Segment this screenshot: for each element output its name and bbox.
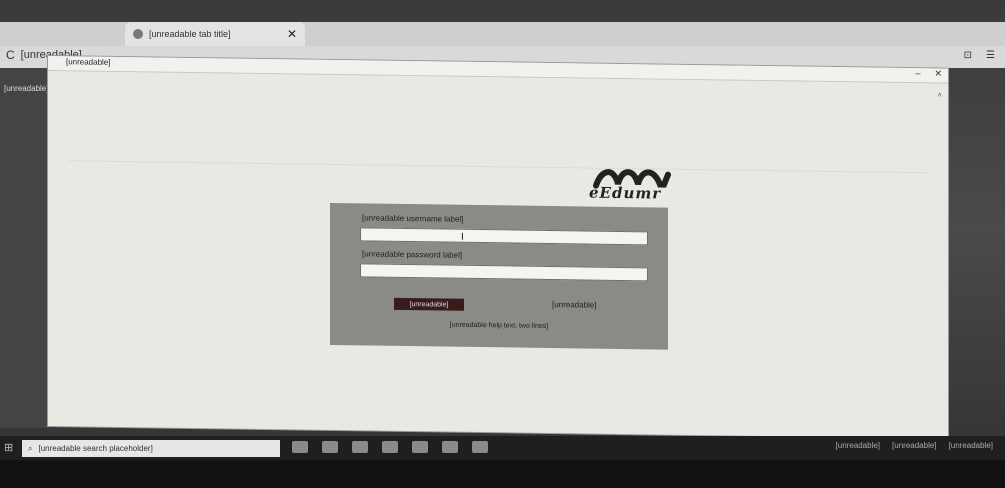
extension-icon[interactable]: ⊡ bbox=[964, 50, 972, 61]
browser-tab[interactable]: [unreadable tab title] ✕ bbox=[125, 22, 305, 46]
menu-icon[interactable]: ☰ bbox=[986, 50, 995, 61]
search-icon: ⌕ bbox=[28, 443, 33, 453]
browser-tab-title: [unreadable tab title] bbox=[149, 29, 231, 39]
text-cursor-icon: I bbox=[461, 231, 464, 243]
file-explorer-icon[interactable] bbox=[322, 441, 338, 453]
search-placeholder: [unreadable search placeholder] bbox=[38, 444, 153, 453]
password-field[interactable] bbox=[360, 263, 648, 282]
divider bbox=[68, 160, 928, 174]
start-icon[interactable]: ⊞ bbox=[4, 441, 18, 455]
login-button[interactable]: [unreadable] bbox=[394, 297, 464, 311]
taskbar-search-input[interactable]: ⌕ [unreadable search placeholder] bbox=[22, 440, 280, 457]
close-icon[interactable]: ✕ bbox=[934, 68, 942, 79]
username-field[interactable]: I bbox=[360, 227, 648, 246]
window-controls: – ✕ bbox=[915, 68, 942, 79]
monitor-bezel bbox=[0, 460, 1005, 488]
side-label: [unreadable] bbox=[4, 84, 49, 93]
app-icon[interactable] bbox=[472, 441, 488, 453]
username-label: [unreadable username label] bbox=[362, 213, 464, 224]
tray-clock[interactable]: [unreadable] bbox=[949, 441, 993, 450]
folder-app-icon[interactable] bbox=[412, 441, 428, 453]
app-icon[interactable] bbox=[442, 441, 458, 453]
reload-icon[interactable]: C bbox=[6, 48, 15, 62]
browser-app-icon[interactable] bbox=[352, 441, 368, 453]
scroll-up-icon[interactable]: ˄ bbox=[937, 90, 942, 99]
taskbar-pinned-apps bbox=[292, 441, 488, 453]
password-label: [unreadable password label] bbox=[362, 249, 463, 260]
login-panel: [unreadable username label] I [unreadabl… bbox=[330, 202, 668, 350]
photo-scene: [unreadable tab title] ✕ C [unreadable] … bbox=[0, 0, 1005, 488]
tray-item[interactable]: [unreadable] bbox=[836, 441, 880, 450]
tab-close-icon[interactable]: ✕ bbox=[287, 27, 297, 41]
app-window-title: [unreadable] bbox=[66, 57, 111, 67]
task-view-icon[interactable] bbox=[292, 441, 308, 453]
mail-app-icon[interactable] bbox=[382, 441, 398, 453]
left-sidebar-strip bbox=[0, 68, 48, 428]
reset-link[interactable]: [unreadable] bbox=[552, 300, 596, 310]
minimize-icon[interactable]: – bbox=[915, 68, 920, 79]
system-tray: [unreadable] [unreadable] [unreadable] bbox=[836, 441, 993, 450]
app-window: [unreadable] – ✕ ˄ eEdumr [unreadable us… bbox=[48, 56, 948, 439]
tab-favicon-icon bbox=[133, 29, 143, 39]
tray-item[interactable]: [unreadable] bbox=[892, 441, 936, 450]
logo-text: eEdumr bbox=[589, 183, 662, 203]
nav-right-group: ⊡ ☰ bbox=[964, 50, 995, 61]
help-text: [unreadable help text, two lines] bbox=[449, 321, 549, 330]
